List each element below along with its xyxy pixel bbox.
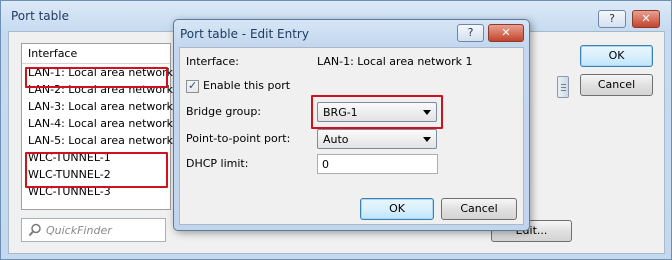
dialog-help-button[interactable]: ? [457, 24, 484, 42]
ok-button[interactable]: OK [580, 45, 653, 67]
dialog-title: Port table - Edit Entry [180, 27, 309, 41]
quickfinder-placeholder: QuickFinder [46, 224, 112, 237]
search-icon [28, 223, 41, 237]
list-item[interactable]: WLC-TUNNEL-1 [22, 149, 170, 166]
dialog-cancel-button[interactable]: Cancel [441, 198, 517, 220]
dialog-client-area: Interface: LAN-1: Local area network 1 E… [179, 47, 524, 225]
chevron-down-icon [423, 110, 431, 115]
list-item[interactable]: LAN-2: Local area network 2 [22, 81, 184, 98]
dhcp-limit-value: 0 [322, 158, 329, 171]
bridge-group-label: Bridge group: [186, 105, 262, 118]
cancel-button[interactable]: Cancel [580, 74, 653, 96]
dhcp-limit-input[interactable]: 0 [317, 154, 438, 174]
bridge-group-value: BRG-1 [323, 106, 358, 119]
close-button[interactable]: ✕ [632, 10, 660, 28]
interface-label: Interface: [186, 55, 239, 68]
point-to-point-select[interactable]: Auto [317, 129, 437, 149]
enable-port-checkbox[interactable] [186, 79, 199, 93]
bridge-group-select[interactable]: BRG-1 [317, 102, 437, 122]
quickfinder-input[interactable]: QuickFinder [21, 218, 166, 242]
chevron-down-icon [423, 137, 431, 142]
scrollbar-thumb[interactable] [557, 76, 569, 98]
interface-list[interactable]: Interface LAN-1: Local area network 1 LA… [21, 43, 184, 210]
window-title: Port table [11, 9, 69, 23]
interface-value: LAN-1: Local area network 1 [317, 55, 473, 68]
enable-port-label[interactable]: Enable this port [203, 79, 290, 92]
list-item[interactable]: WLC-TUNNEL-3 [22, 183, 170, 200]
list-item[interactable]: WLC-TUNNEL-2 [22, 166, 170, 183]
dhcp-limit-label: DHCP limit: [186, 157, 249, 170]
edit-entry-dialog: Port table - Edit Entry ? ✕ Interface: L… [173, 19, 530, 231]
list-item[interactable]: LAN-4: Local area network 4 [22, 115, 184, 132]
list-item[interactable]: LAN-5: Local area network 5 [22, 132, 184, 149]
scrollbar[interactable] [555, 72, 572, 117]
point-to-point-value: Auto [323, 133, 349, 146]
list-item[interactable]: LAN-1: Local area network 1 [22, 64, 184, 81]
list-header[interactable]: Interface [22, 44, 170, 64]
list-item[interactable]: LAN-3: Local area network 3 [22, 98, 184, 115]
dialog-ok-button[interactable]: OK [360, 198, 434, 220]
help-button[interactable]: ? [598, 10, 626, 28]
point-to-point-label: Point-to-point port: [186, 132, 291, 145]
dialog-close-button[interactable]: ✕ [488, 24, 524, 42]
